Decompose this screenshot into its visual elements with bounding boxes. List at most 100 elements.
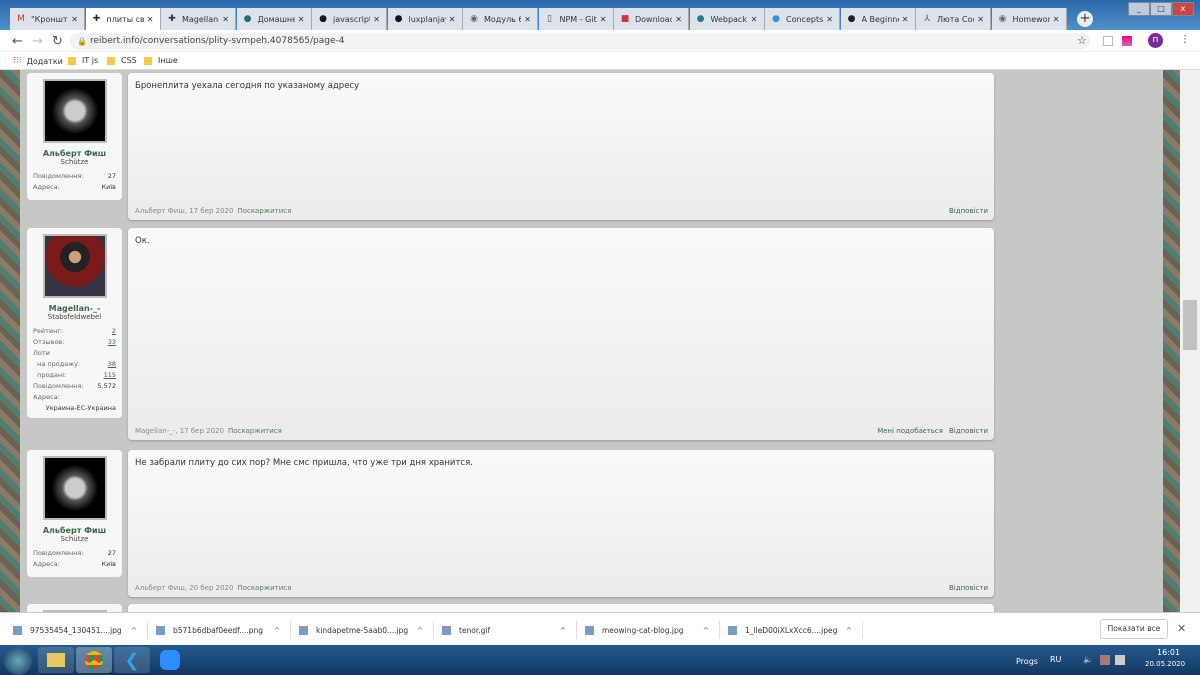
tab[interactable]: ● Webpack ✕: [689, 8, 765, 30]
close-tab-icon[interactable]: ✕: [600, 15, 607, 24]
close-tab-icon[interactable]: ✕: [826, 15, 833, 24]
toolbar-progs[interactable]: Progs: [1016, 657, 1038, 666]
close-tab-icon[interactable]: ✕: [1053, 15, 1060, 24]
close-tab-icon[interactable]: ✕: [449, 15, 456, 24]
extension-icon[interactable]: [1122, 36, 1132, 46]
zoom-taskbar-icon[interactable]: [152, 647, 188, 673]
tab[interactable]: M"Кронште✕: [10, 8, 85, 30]
chevron-up-icon[interactable]: ^: [703, 626, 709, 635]
tab[interactable]: ● luxplanjay ✕: [387, 8, 463, 30]
username-link[interactable]: Magellan-_-: [33, 304, 116, 313]
explorer-taskbar-icon[interactable]: [38, 647, 74, 673]
close-downloads-icon[interactable]: ✕: [1177, 622, 1186, 635]
url-input[interactable]: 🔒 reibert.info/conversations/plity-svmpeh…: [70, 33, 1090, 50]
clock-date[interactable]: 20.05.2020: [1145, 660, 1185, 668]
tab[interactable]: ⅄ Люта Coo ✕: [916, 8, 991, 30]
language-indicator[interactable]: RU: [1050, 655, 1061, 664]
tab[interactable]: ● Concepts ✕: [765, 8, 840, 30]
user-stat: Повідомлення: 27: [33, 549, 116, 557]
show-all-downloads-button[interactable]: Показати все: [1100, 619, 1168, 639]
tab[interactable]: ■ Download ✕: [614, 8, 689, 30]
stat-link[interactable]: 38: [108, 360, 116, 368]
message-meta[interactable]: Альберт Фиш, 17 бер 2020: [135, 207, 233, 215]
reply-link[interactable]: Відповісти: [949, 584, 988, 592]
close-tab-icon[interactable]: ✕: [298, 15, 305, 24]
forward-icon[interactable]: →: [32, 34, 43, 49]
chevron-up-icon[interactable]: ^: [274, 626, 280, 635]
message-meta[interactable]: Альберт Фиш, 20 бер 2020: [135, 584, 233, 592]
like-link[interactable]: Мені подобається: [877, 427, 943, 435]
volume-icon[interactable]: 🔈: [1083, 655, 1093, 664]
close-tab-icon[interactable]: ✕: [977, 15, 984, 24]
chrome-taskbar-icon[interactable]: [76, 647, 112, 673]
avatar[interactable]: [42, 456, 107, 520]
tab[interactable]: ● javascript ✕: [312, 8, 387, 30]
avatar[interactable]: [42, 79, 107, 143]
clock-time[interactable]: 16:01: [1157, 648, 1180, 657]
image-file-icon: [585, 625, 594, 635]
download-item[interactable]: meowing-cat-blog.jpg ^: [577, 621, 720, 639]
close-tab-icon[interactable]: ✕: [524, 15, 531, 24]
vscode-taskbar-icon[interactable]: ❮: [114, 647, 150, 673]
download-item[interactable]: 1_lleD00iXLxXcc6....jpeg ^: [720, 621, 863, 639]
username-link[interactable]: Альберт Фиш: [33, 149, 116, 158]
close-tab-icon[interactable]: ✕: [71, 15, 78, 24]
report-link[interactable]: Поскаржитися: [237, 584, 291, 592]
bookmark-folder-css[interactable]: CSS: [107, 56, 137, 65]
site-icon: ●: [243, 14, 252, 24]
network-icon[interactable]: [1115, 655, 1125, 665]
tab[interactable]: ◉ Модуль 6 ✕: [463, 8, 538, 30]
download-item[interactable]: 97535454_130451....jpg ^: [5, 621, 148, 639]
menu-icon[interactable]: ⋮: [1180, 34, 1190, 45]
close-tab-icon[interactable]: ✕: [675, 15, 682, 24]
bookmark-folder-it-js[interactable]: IT js: [68, 56, 98, 65]
tab[interactable]: ▯ NPM - Git ✕: [538, 8, 614, 30]
start-button[interactable]: [4, 647, 32, 675]
avatar[interactable]: [42, 234, 107, 298]
tab[interactable]: ✚плиты свм✕: [85, 8, 161, 30]
message-meta[interactable]: Magellan-_-, 17 бер 2020: [135, 427, 224, 435]
tab[interactable]: ● A Beginne ✕: [840, 8, 916, 30]
tab[interactable]: ✚ Magellan- ✕: [161, 8, 236, 30]
folder-icon: [68, 56, 76, 65]
chevron-up-icon[interactable]: ^: [560, 626, 566, 635]
address-bar: ← → ↻ 🔒 reibert.info/conversations/plity-…: [0, 30, 1200, 52]
close-window-button[interactable]: x: [1172, 2, 1194, 16]
stat-link[interactable]: 2: [112, 327, 116, 335]
username-link[interactable]: Альберт Фиш: [33, 526, 116, 535]
close-tab-icon[interactable]: ✕: [902, 15, 909, 24]
download-item[interactable]: tenor.gif ^: [434, 621, 577, 639]
reply-link[interactable]: Відповісти: [949, 427, 988, 435]
close-tab-icon[interactable]: ✕: [751, 15, 758, 24]
close-tab-icon[interactable]: ✕: [147, 15, 154, 24]
user-card: Альберт Фиш Schütze Повідомлення: 27 Адреса:…: [27, 450, 122, 577]
bookmark-folder-other[interactable]: Інше: [144, 56, 178, 65]
reload-icon[interactable]: ↻: [52, 34, 63, 49]
tab[interactable]: ◉Homework✕: [991, 8, 1067, 30]
new-tab-button[interactable]: +: [1077, 11, 1093, 27]
profile-avatar[interactable]: п: [1148, 33, 1163, 48]
extension-icon[interactable]: [1103, 36, 1113, 46]
stat-link[interactable]: 33: [108, 338, 116, 346]
maximize-button[interactable]: □: [1150, 2, 1172, 16]
tab[interactable]: ● Домашнє ✕: [236, 8, 312, 30]
stat-link[interactable]: 115: [104, 371, 116, 379]
star-icon[interactable]: ☆: [1077, 34, 1087, 47]
bookmark-apps[interactable]: ⁝⁝⁝ Додатки: [13, 56, 63, 66]
scrollbar-thumb[interactable]: [1183, 300, 1197, 350]
chevron-up-icon[interactable]: ^: [131, 626, 137, 635]
tray-icon[interactable]: [1100, 655, 1110, 665]
report-link[interactable]: Поскаржитися: [228, 427, 282, 435]
reply-link[interactable]: Відповісти: [949, 207, 988, 215]
download-item[interactable]: b571b6dbaf0eedf....png ^: [148, 621, 291, 639]
close-tab-icon[interactable]: ✕: [222, 15, 229, 24]
chevron-up-icon[interactable]: ^: [846, 626, 852, 635]
close-tab-icon[interactable]: ✕: [373, 15, 380, 24]
back-icon[interactable]: ←: [12, 34, 23, 49]
chevron-up-icon[interactable]: ^: [417, 626, 423, 635]
download-item[interactable]: kindapetme-5aab0....jpg ^: [291, 621, 434, 639]
report-link[interactable]: Поскаржитися: [237, 207, 291, 215]
user-stat: Рейтинг: 2: [33, 327, 116, 335]
user-address: Украина-ЕС-Украина: [45, 404, 116, 412]
minimize-button[interactable]: _: [1128, 2, 1150, 16]
